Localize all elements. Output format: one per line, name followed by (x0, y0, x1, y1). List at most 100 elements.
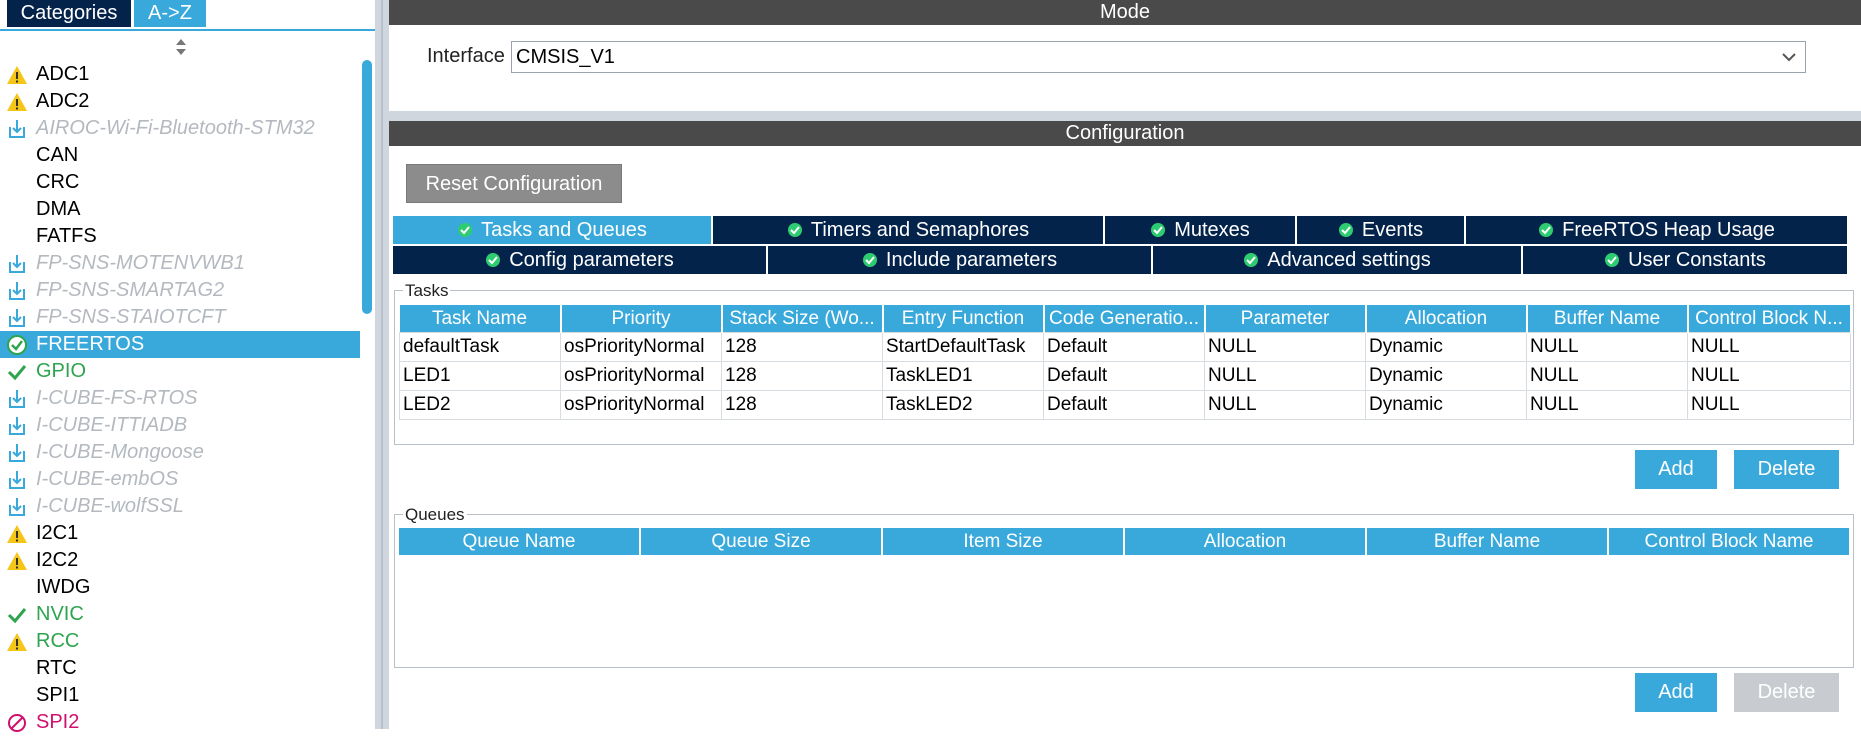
peripheral-item[interactable]: FP-SNS-STAIOTCFT (0, 304, 360, 331)
table-cell[interactable]: 128 (721, 390, 883, 420)
config-tab[interactable]: Include parameters (768, 246, 1153, 274)
table-cell[interactable]: Dynamic (1365, 361, 1527, 391)
config-tab[interactable]: Mutexes (1105, 216, 1297, 244)
table-cell[interactable]: NULL (1526, 332, 1688, 362)
peripheral-item[interactable]: RCC (0, 628, 360, 655)
table-row[interactable]: defaultTask osPriorityNormal 128 StartDefau… (399, 332, 1851, 362)
peripheral-label: I2C2 (36, 549, 79, 571)
column-header[interactable]: Task Name (399, 305, 562, 333)
peripheral-item[interactable]: DMA (0, 196, 360, 223)
peripheral-item[interactable]: AIROC-Wi-Fi-Bluetooth-STM32 (0, 115, 360, 142)
table-cell[interactable]: NULL (1204, 332, 1366, 362)
peripheral-item[interactable]: I2C2 (0, 547, 360, 574)
delete-task-button[interactable]: Delete (1734, 450, 1839, 489)
column-header[interactable]: Allocation (1124, 528, 1367, 555)
peripheral-item[interactable]: I-CUBE-FS-RTOS (0, 385, 360, 412)
column-header[interactable]: Item Size (882, 528, 1125, 555)
column-header[interactable]: Code Generatio... (1043, 305, 1206, 333)
peripheral-item[interactable]: I-CUBE-wolfSSL (0, 493, 360, 520)
table-cell[interactable]: NULL (1687, 332, 1851, 362)
table-cell[interactable]: NULL (1204, 390, 1366, 420)
table-cell[interactable]: osPriorityNormal (560, 361, 722, 391)
table-cell[interactable]: 128 (721, 332, 883, 362)
column-header[interactable]: Buffer Name (1526, 305, 1689, 333)
table-cell[interactable]: Default (1043, 332, 1205, 362)
peripheral-item[interactable]: IWDG (0, 574, 360, 601)
table-cell[interactable]: osPriorityNormal (560, 332, 722, 362)
peripheral-item[interactable]: I-CUBE-ITTIADB (0, 412, 360, 439)
column-header[interactable]: Allocation (1365, 305, 1528, 333)
peripheral-item[interactable]: RTC (0, 655, 360, 682)
column-header[interactable]: Buffer Name (1366, 528, 1609, 555)
table-cell[interactable]: Dynamic (1365, 390, 1527, 420)
interface-select[interactable]: CMSIS_V1 (511, 41, 1806, 73)
table-cell[interactable]: Dynamic (1365, 332, 1527, 362)
table-cell[interactable]: TaskLED1 (882, 361, 1044, 391)
peripheral-label: RTC (36, 657, 77, 679)
scrollbar-thumb[interactable] (362, 60, 372, 314)
column-header[interactable]: Stack Size (Wo... (721, 305, 884, 333)
delete-queue-button[interactable]: Delete (1734, 673, 1839, 712)
table-row[interactable]: LED1 osPriorityNormal 128 TaskLED1 Default NU… (399, 361, 1851, 391)
column-header[interactable]: Entry Function (882, 305, 1045, 333)
column-header[interactable]: Control Block Name (1608, 528, 1851, 555)
peripheral-label: IWDG (36, 576, 91, 598)
config-tab[interactable]: Advanced settings (1153, 246, 1523, 274)
config-tab[interactable]: Events (1297, 216, 1466, 244)
peripheral-item[interactable]: I-CUBE-Mongoose (0, 439, 360, 466)
table-cell[interactable]: StartDefaultTask (882, 332, 1044, 362)
config-tab-label: Mutexes (1174, 219, 1250, 241)
sort-icon[interactable] (174, 37, 188, 57)
peripheral-item[interactable]: ADC2 (0, 88, 360, 115)
table-cell[interactable]: NULL (1204, 361, 1366, 391)
column-header[interactable]: Queue Size (640, 528, 883, 555)
peripheral-item[interactable]: SPI1 (0, 682, 360, 709)
table-cell[interactable]: Default (1043, 361, 1205, 391)
table-row[interactable]: LED2 osPriorityNormal 128 TaskLED2 Default NU… (399, 390, 1851, 420)
table-cell[interactable]: NULL (1687, 361, 1851, 391)
check-icon (7, 608, 27, 624)
add-task-button[interactable]: Add (1635, 450, 1717, 489)
table-cell[interactable]: osPriorityNormal (560, 390, 722, 420)
config-tab[interactable]: Timers and Semaphores (713, 216, 1105, 244)
add-queue-button[interactable]: Add (1635, 673, 1717, 712)
peripheral-item[interactable]: FREERTOS (0, 331, 360, 358)
peripheral-item[interactable]: GPIO (0, 358, 360, 385)
column-header[interactable]: Parameter (1204, 305, 1367, 333)
column-header[interactable]: Priority (560, 305, 723, 333)
peripheral-item[interactable]: CRC (0, 169, 360, 196)
table-cell[interactable]: NULL (1526, 361, 1688, 391)
column-header[interactable]: Queue Name (399, 528, 641, 555)
config-tab[interactable]: User Constants (1523, 246, 1849, 274)
peripheral-item[interactable]: NVIC (0, 601, 360, 628)
peripheral-item[interactable]: SPI2 (0, 709, 360, 736)
table-cell[interactable]: LED1 (399, 361, 561, 391)
download-icon (9, 471, 25, 489)
table-cell[interactable]: defaultTask (399, 332, 561, 362)
peripheral-label: FP-SNS-SMARTAG2 (36, 279, 225, 301)
peripheral-item[interactable]: ADC1 (0, 61, 360, 88)
config-tab[interactable]: Tasks and Queues (393, 216, 713, 244)
table-cell[interactable]: NULL (1687, 390, 1851, 420)
peripheral-label: SPI1 (36, 684, 80, 706)
peripheral-item[interactable]: I2C1 (0, 520, 360, 547)
peripheral-item[interactable]: FP-SNS-SMARTAG2 (0, 277, 360, 304)
reset-configuration-button[interactable]: Reset Configuration (406, 164, 622, 203)
tab-categories[interactable]: Categories (7, 0, 131, 27)
peripheral-item[interactable]: FATFS (0, 223, 360, 250)
tab-a-to-z[interactable]: A->Z (134, 0, 206, 27)
config-tab-label: FreeRTOS Heap Usage (1562, 219, 1775, 241)
table-cell[interactable]: TaskLED2 (882, 390, 1044, 420)
table-cell[interactable]: NULL (1526, 390, 1688, 420)
config-tab-label: Include parameters (885, 249, 1058, 271)
table-cell[interactable]: LED2 (399, 390, 561, 420)
table-cell[interactable]: 128 (721, 361, 883, 391)
peripheral-item[interactable]: FP-SNS-MOTENVWB1 (0, 250, 360, 277)
config-tab[interactable]: Config parameters (393, 246, 768, 274)
table-cell[interactable]: Default (1043, 390, 1205, 420)
peripheral-item[interactable]: I-CUBE-embOS (0, 466, 360, 493)
peripheral-item[interactable]: CAN (0, 142, 360, 169)
column-header[interactable]: Control Block N... (1687, 305, 1852, 333)
config-tab[interactable]: FreeRTOS Heap Usage (1466, 216, 1849, 244)
interface-label: Interface (427, 45, 505, 67)
